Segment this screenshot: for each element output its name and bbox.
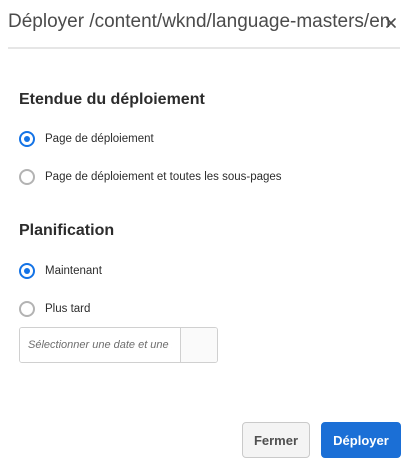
- schedule-heading: Planification: [19, 222, 115, 239]
- radio-page-and-subpages-control[interactable]: [19, 169, 35, 185]
- radio-page-and-subpages-label: Page de déploiement et toutes les sous-p…: [45, 171, 282, 183]
- radio-later-label: Plus tard: [45, 303, 91, 315]
- radio-later-control[interactable]: [19, 301, 35, 317]
- deploy-dialog: Déployer /content/wknd/language-masters/…: [0, 0, 406, 472]
- deploy-button[interactable]: Déployer: [321, 422, 401, 458]
- radio-page-only-control[interactable]: [19, 131, 35, 147]
- radio-now[interactable]: Maintenant: [19, 261, 102, 281]
- dialog-title: Déployer /content/wknd/language-masters/…: [8, 11, 391, 32]
- close-button[interactable]: [382, 11, 400, 35]
- radio-now-label: Maintenant: [45, 265, 102, 277]
- dialog-header: Déployer /content/wknd/language-masters/…: [0, 0, 406, 49]
- radio-page-and-subpages[interactable]: Page de déploiement et toutes les sous-p…: [19, 167, 282, 187]
- date-input[interactable]: [20, 328, 181, 362]
- radio-now-control[interactable]: [19, 263, 35, 279]
- close-dialog-button[interactable]: Fermer: [242, 422, 310, 458]
- radio-page-only[interactable]: Page de déploiement: [19, 129, 154, 149]
- date-picker: [19, 327, 218, 363]
- scope-heading: Etendue du déploiement: [19, 91, 205, 108]
- radio-later[interactable]: Plus tard: [19, 299, 90, 319]
- calendar-button[interactable]: [180, 328, 217, 362]
- close-icon: [386, 18, 396, 28]
- header-divider: [8, 47, 400, 49]
- radio-page-only-label: Page de déploiement: [45, 133, 154, 145]
